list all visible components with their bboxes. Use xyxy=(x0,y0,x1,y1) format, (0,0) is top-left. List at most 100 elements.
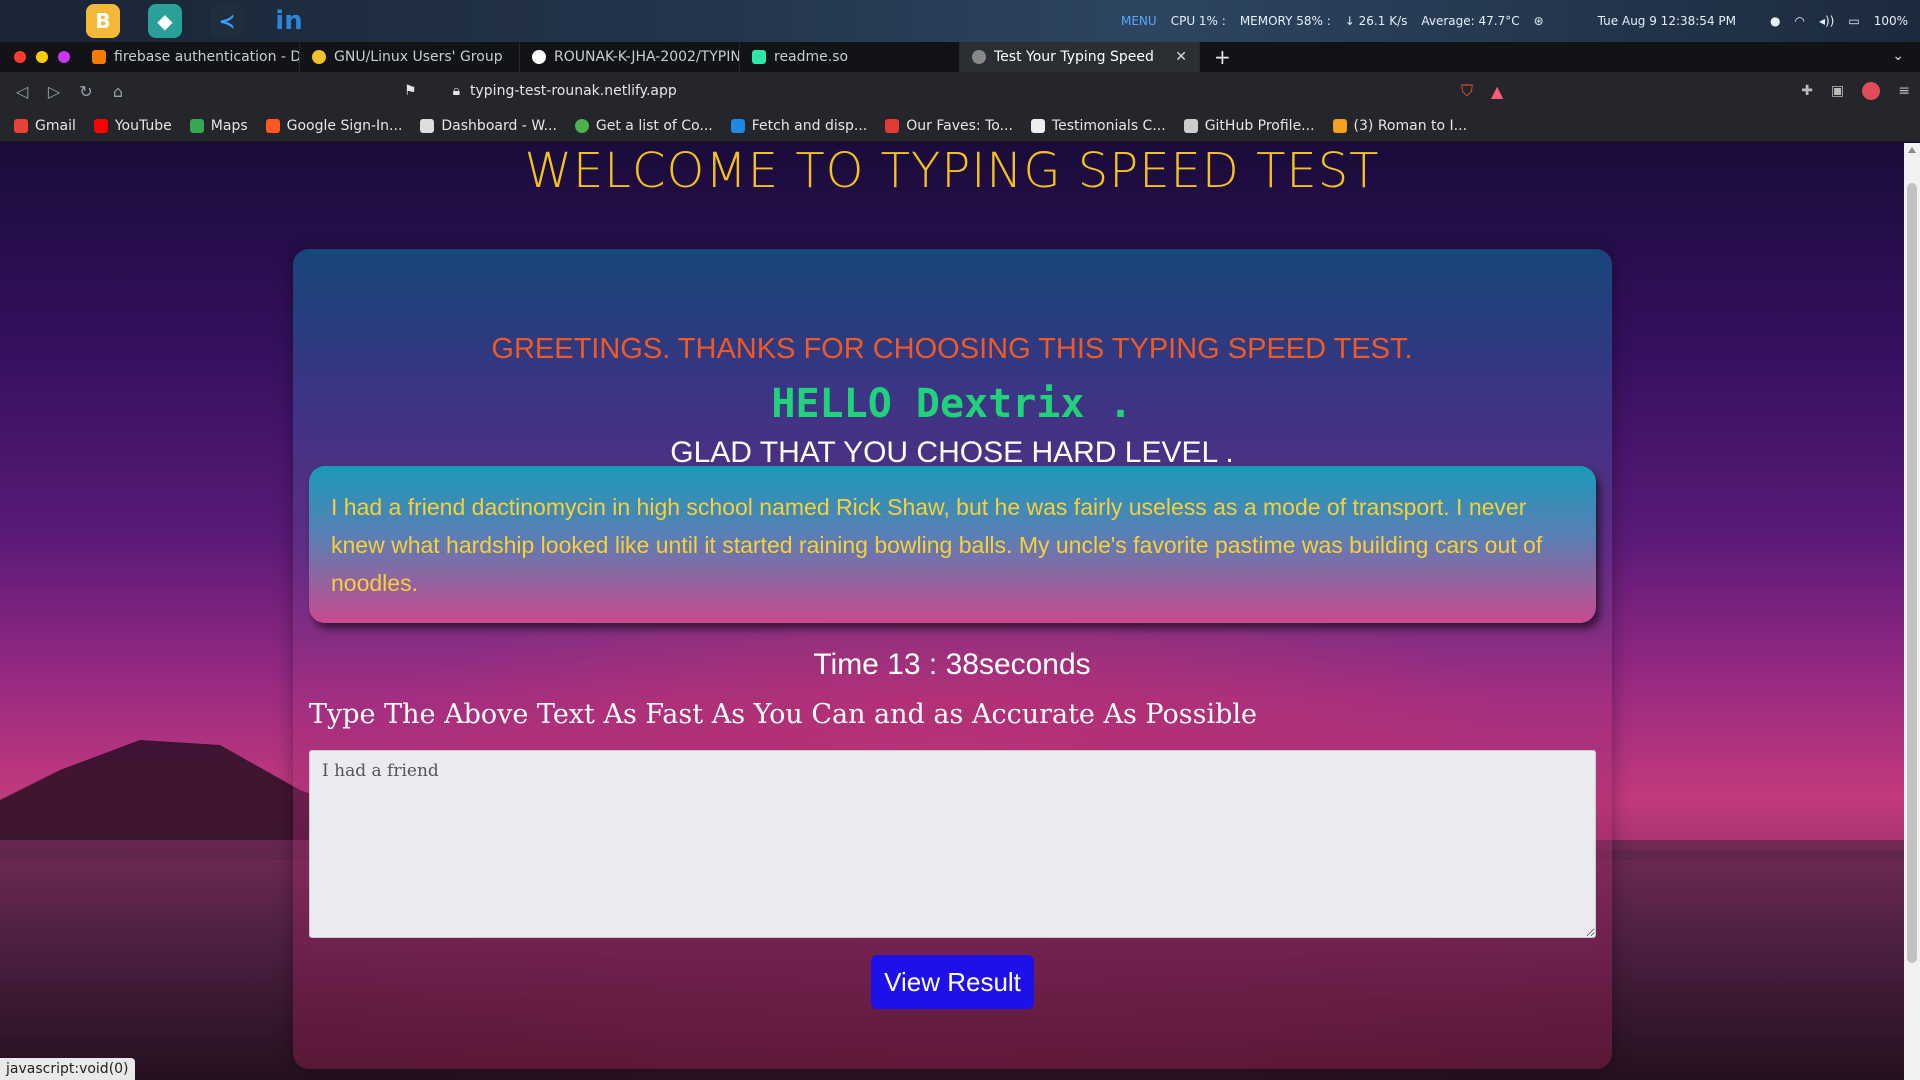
apple-menu-icon[interactable] xyxy=(24,4,58,38)
view-result-button[interactable]: View Result xyxy=(871,955,1034,1009)
bookmark-label: Google Sign-In... xyxy=(286,117,403,134)
tab-list-chevron-icon[interactable]: ⌄ xyxy=(1892,48,1904,64)
memory-readout: MEMORY 58% : xyxy=(1239,14,1331,28)
lock-icon: 🔒︎ xyxy=(452,83,461,99)
link-status-tooltip: javascript:void(0) xyxy=(0,1058,135,1080)
timer-display: Time 13 : 38seconds xyxy=(813,648,1091,681)
code-icon xyxy=(730,118,745,133)
globe-icon xyxy=(972,50,986,64)
bookmark-github-profile[interactable]: GitHub Profile... xyxy=(1183,117,1315,134)
tab-firebase[interactable]: firebase authentication - Def xyxy=(80,42,300,72)
panel-menu-label[interactable]: MENU xyxy=(1121,14,1157,28)
address-bar: ◁ ▷ ↻ ⌂ ⚑ 🔒︎ typing-test-rounak.netlify.… xyxy=(0,72,1920,110)
user-greeting: HELLO Dextrix . xyxy=(771,381,1133,427)
menu-icon[interactable]: ≡ xyxy=(1898,83,1910,99)
typing-instruction: Type The Above Text As Fast As You Can a… xyxy=(309,699,1258,730)
bookmark-label: Fetch and disp... xyxy=(751,117,868,134)
bookmark-label: Maps xyxy=(210,117,248,134)
wallet-icon[interactable]: ▣ xyxy=(1831,83,1844,99)
typing-input[interactable] xyxy=(309,750,1596,938)
tab-typing-speed[interactable]: Test Your Typing Speed ✕ xyxy=(960,42,1200,72)
gmail-icon xyxy=(14,118,28,133)
tab-label: readme.so xyxy=(774,49,849,65)
readme-icon xyxy=(752,50,766,64)
system-top-panel: B ◆ ≺ in MENU CPU 1% : MEMORY 58% : ↓ 26… xyxy=(0,0,1920,42)
accessibility-icon[interactable]: ⊛ xyxy=(1534,14,1544,28)
network-readout: ↓ 26.1 K/s xyxy=(1344,14,1408,28)
cpu-readout: CPU 1% : xyxy=(1170,14,1226,28)
maps-icon xyxy=(189,118,204,133)
bookmark-label: Our Faves: To... xyxy=(906,117,1013,134)
tab-label: ROUNAK-K-JHA-2002/TYPING xyxy=(554,49,740,65)
new-tab-button[interactable]: + xyxy=(1200,45,1245,69)
tab-label: Test Your Typing Speed xyxy=(994,49,1154,65)
url-field[interactable]: typing-test-rounak.netlify.app xyxy=(470,83,677,99)
battery-icon[interactable]: ▭ xyxy=(1848,14,1859,28)
site-icon xyxy=(312,50,326,64)
tab-readme[interactable]: readme.so xyxy=(740,42,960,72)
bookmark-dashboard[interactable]: Dashboard - W... xyxy=(420,118,557,134)
bookmark-google-signin[interactable]: Google Sign-In... xyxy=(265,117,403,134)
code-icon xyxy=(885,118,900,133)
typing-prompt-text: I had a friend dactinomycin in high scho… xyxy=(309,466,1596,623)
tab-github[interactable]: ROUNAK-K-JHA-2002/TYPING xyxy=(520,42,740,72)
bookmark-label: Dashboard - W... xyxy=(441,117,557,134)
maximize-window-button[interactable] xyxy=(58,51,70,63)
scroll-up-icon[interactable] xyxy=(1908,147,1916,153)
hexagon-icon xyxy=(1030,118,1045,133)
bookmark-get-list[interactable]: Get a list of Co... xyxy=(574,117,713,134)
lightning-icon xyxy=(1332,118,1347,133)
forward-icon[interactable]: ▷ xyxy=(38,82,70,101)
youtube-icon xyxy=(93,118,108,133)
close-window-button[interactable] xyxy=(14,51,26,63)
bookmark-label: Testimonials C... xyxy=(1051,117,1166,134)
vscode-icon[interactable]: ≺ xyxy=(210,4,244,38)
extensions-icon[interactable]: ✚ xyxy=(1801,83,1813,99)
diamond-icon xyxy=(265,118,280,133)
bookmark-label: Get a list of Co... xyxy=(595,117,713,134)
page-icon xyxy=(420,118,435,133)
page-icon xyxy=(1183,118,1198,133)
wifi-icon[interactable]: ◠ xyxy=(1794,14,1804,28)
bookmark-maps[interactable]: Maps xyxy=(189,117,248,134)
page-scrollbar[interactable] xyxy=(1904,143,1920,1080)
bookmark-label: (3) Roman to I... xyxy=(1353,117,1468,134)
brave-rewards-icon[interactable]: ▲ xyxy=(1491,82,1503,101)
volume-icon[interactable]: ◂)) xyxy=(1819,14,1834,28)
brave-shields-icon[interactable]: ⛉ xyxy=(1461,81,1473,101)
bookmark-testimonials[interactable]: Testimonials C... xyxy=(1030,117,1166,134)
bookmark-icon[interactable]: ⚑ xyxy=(404,83,417,99)
page-title: WELCOME TO TYPING SPEED TEST xyxy=(524,143,1380,199)
reload-icon[interactable]: ↻ xyxy=(70,82,102,101)
bookmark-label: GitHub Profile... xyxy=(1204,117,1315,134)
app-launcher-icon[interactable]: ◆ xyxy=(148,4,182,38)
battery-level: 100% xyxy=(1873,14,1908,28)
linkedin-icon[interactable]: in xyxy=(272,4,306,38)
github-icon xyxy=(532,50,546,64)
profile-avatar[interactable] xyxy=(1862,82,1881,100)
close-tab-icon[interactable]: ✕ xyxy=(1175,49,1187,65)
greeting-text: GREETINGS. THANKS FOR CHOOSING THIS TYPI… xyxy=(491,333,1413,365)
bookmark-label: Gmail xyxy=(35,117,76,134)
globe-icon xyxy=(574,118,589,133)
minimize-window-button[interactable] xyxy=(36,51,48,63)
tab-gnu-linux[interactable]: GNU/Linux Users' Group xyxy=(300,42,520,72)
tab-strip: firebase authentication - Def GNU/Linux … xyxy=(0,42,1920,72)
bookmark-gmail[interactable]: Gmail xyxy=(14,118,76,134)
bookmark-roman[interactable]: (3) Roman to I... xyxy=(1332,117,1468,134)
bookmark-youtube[interactable]: YouTube xyxy=(93,117,172,134)
bookmark-fetch[interactable]: Fetch and disp... xyxy=(730,117,868,134)
record-icon[interactable]: ● xyxy=(1770,14,1780,28)
clock[interactable]: Tue Aug 9 12:38:54 PM xyxy=(1598,14,1736,28)
page-viewport: WELCOME TO TYPING SPEED TEST GREETINGS. … xyxy=(0,143,1904,1080)
firebase-icon xyxy=(92,50,106,64)
bookmark-our-faves[interactable]: Our Faves: To... xyxy=(885,118,1013,134)
temperature-readout: Average: 47.7°C xyxy=(1421,14,1520,28)
scrollbar-thumb[interactable] xyxy=(1907,183,1917,963)
back-icon[interactable]: ◁ xyxy=(6,82,38,101)
brave-browser-icon[interactable]: B xyxy=(86,4,120,38)
bookmark-label: YouTube xyxy=(114,117,172,134)
level-message: GLAD THAT YOU CHOSE HARD LEVEL . xyxy=(670,436,1234,469)
tab-label: GNU/Linux Users' Group xyxy=(334,49,503,65)
home-icon[interactable]: ⌂ xyxy=(102,82,134,101)
